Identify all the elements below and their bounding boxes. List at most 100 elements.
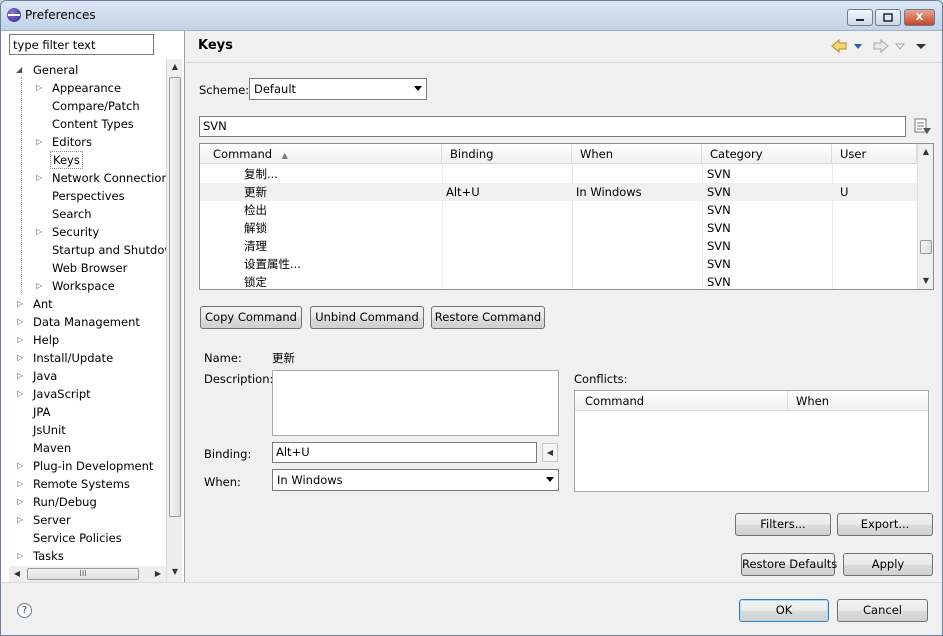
tree-item-data-management[interactable]: ▷ Data Management (1, 313, 166, 331)
filter-options-icon[interactable] (913, 117, 933, 137)
table-row[interactable]: 解锁 SVN (200, 219, 917, 237)
expanded-arrow-icon[interactable]: ◢ (16, 61, 26, 79)
table-row[interactable]: 检出 SVN (200, 201, 917, 219)
cell-command: 复制... (244, 167, 278, 181)
tree-item-server[interactable]: ▷ Server (1, 511, 166, 529)
conflicts-table[interactable]: Command When (574, 390, 929, 492)
help-icon[interactable]: ? (17, 603, 32, 618)
cancel-button[interactable]: Cancel (837, 599, 928, 622)
column-header-user[interactable]: User (832, 144, 917, 164)
tree-item-keys[interactable]: Keys (1, 151, 166, 169)
binding-menu-arrow-icon[interactable]: ◀ (542, 443, 558, 462)
table-row[interactable]: 设置属性... SVN (200, 255, 917, 273)
collapsed-arrow-icon[interactable]: ▷ (17, 547, 27, 565)
close-button[interactable]: X (904, 9, 935, 26)
collapsed-arrow-icon[interactable]: ▷ (17, 367, 27, 385)
tree-item-perspectives[interactable]: Perspectives (1, 187, 166, 205)
tree-item-run-debug[interactable]: ▷ Run/Debug (1, 493, 166, 511)
maximize-button[interactable] (875, 9, 901, 26)
scrollbar-thumb[interactable] (169, 77, 181, 517)
collapsed-arrow-icon[interactable]: ▷ (17, 313, 27, 331)
tree-item-service-policies[interactable]: Service Policies (1, 529, 166, 547)
column-header-command[interactable]: Command ▲ (200, 144, 442, 164)
tree-item-security[interactable]: ▷ Security (1, 223, 166, 241)
collapsed-arrow-icon[interactable]: ▷ (17, 349, 27, 367)
scroll-right-arrow-icon[interactable]: ▶ (150, 566, 166, 582)
column-header-command[interactable]: Command (575, 391, 788, 411)
scroll-up-arrow-icon[interactable]: ▲ (918, 144, 933, 160)
table-row[interactable]: 清理 SVN (200, 237, 917, 255)
scrollbar-thumb[interactable] (920, 240, 932, 254)
tree-horizontal-scrollbar[interactable]: ◀ III ▶ (9, 566, 166, 582)
tree-item-plugin-development[interactable]: ▷ Plug-in Development (1, 457, 166, 475)
tree-item-workspace[interactable]: ▷ Workspace (1, 277, 166, 295)
tree-item-web-browser[interactable]: Web Browser (1, 259, 166, 277)
tree-item-maven[interactable]: Maven (1, 439, 166, 457)
tree-item-general[interactable]: ◢ General (1, 61, 166, 79)
tree-item-network-connections[interactable]: ▷ Network Connections (1, 169, 166, 187)
scheme-dropdown[interactable]: Default (249, 78, 427, 100)
apply-button[interactable]: Apply (843, 553, 933, 576)
tree-item-help[interactable]: ▷ Help (1, 331, 166, 349)
tree-item-content-types[interactable]: Content Types (1, 115, 166, 133)
collapsed-arrow-icon[interactable]: ▷ (17, 331, 27, 349)
keys-table[interactable]: Command ▲ Binding When Category User 复制.… (199, 143, 934, 290)
copy-command-button[interactable]: Copy Command (200, 306, 302, 329)
collapsed-arrow-icon[interactable]: ▷ (17, 295, 27, 313)
when-dropdown[interactable]: In Windows (272, 469, 559, 491)
tree-item-search[interactable]: Search (1, 205, 166, 223)
tree-item-ant[interactable]: ▷ Ant (1, 295, 166, 313)
column-header-binding[interactable]: Binding (442, 144, 572, 164)
collapsed-arrow-icon[interactable]: ▷ (17, 475, 27, 493)
tree-item-compare-patch[interactable]: Compare/Patch (1, 97, 166, 115)
tree-item-jpa[interactable]: JPA (1, 403, 166, 421)
collapsed-arrow-icon[interactable]: ▷ (17, 493, 27, 511)
table-row[interactable]: 复制... SVN (200, 165, 917, 183)
table-row-selected[interactable]: 更新 Alt+U In Windows SVN U (200, 183, 917, 201)
collapsed-arrow-icon[interactable]: ▷ (36, 169, 46, 187)
collapsed-arrow-icon[interactable]: ▷ (36, 277, 46, 295)
ok-button[interactable]: OK (739, 599, 829, 622)
column-header-when[interactable]: When (788, 391, 928, 411)
tree-item-tasks[interactable]: ▷ Tasks (1, 547, 166, 565)
dropdown-icon[interactable] (853, 39, 863, 56)
minimize-button[interactable] (847, 9, 873, 26)
view-menu-icon[interactable] (915, 39, 927, 56)
filter-input[interactable] (9, 34, 154, 55)
column-header-when[interactable]: When (572, 144, 702, 164)
tree-item-editors[interactable]: ▷ Editors (1, 133, 166, 151)
forward-arrow-icon[interactable] (873, 38, 889, 56)
table-row[interactable]: 锁定 SVN (200, 273, 917, 289)
command-search-input[interactable]: SVN (199, 116, 906, 137)
filters-button[interactable]: Filters... (735, 513, 831, 536)
tree-vertical-scrollbar[interactable]: ▲ ▼ (166, 59, 182, 582)
collapsed-arrow-icon[interactable]: ▷ (36, 223, 46, 241)
scroll-down-arrow-icon[interactable]: ▼ (167, 564, 183, 580)
column-header-category[interactable]: Category (702, 144, 832, 164)
tree-item-startup-shutdown[interactable]: Startup and Shutdown (1, 241, 166, 259)
collapsed-arrow-icon[interactable]: ▷ (17, 457, 27, 475)
table-vertical-scrollbar[interactable]: ▲ ▼ (917, 144, 933, 289)
tree-item-java[interactable]: ▷ Java (1, 367, 166, 385)
scroll-left-arrow-icon[interactable]: ◀ (9, 566, 25, 582)
back-arrow-icon[interactable] (831, 38, 847, 56)
tree-item-appearance[interactable]: ▷ Appearance (1, 79, 166, 97)
collapsed-arrow-icon[interactable]: ▷ (17, 385, 27, 403)
unbind-command-button[interactable]: Unbind Command (310, 306, 424, 329)
restore-defaults-button[interactable]: Restore Defaults (741, 553, 837, 576)
binding-input[interactable]: Alt+U (272, 442, 537, 463)
tree-item-remote-systems[interactable]: ▷ Remote Systems (1, 475, 166, 493)
scroll-down-arrow-icon[interactable]: ▼ (918, 273, 933, 289)
tree-item-jsunit[interactable]: JsUnit (1, 421, 166, 439)
collapsed-arrow-icon[interactable]: ▷ (17, 511, 27, 529)
dropdown-icon[interactable] (894, 39, 906, 56)
collapsed-arrow-icon[interactable]: ▷ (36, 133, 46, 151)
tree-item-install-update[interactable]: ▷ Install/Update (1, 349, 166, 367)
restore-command-button[interactable]: Restore Command (431, 306, 545, 329)
collapsed-arrow-icon[interactable]: ▷ (36, 79, 46, 97)
tree-item-javascript[interactable]: ▷ JavaScript (1, 385, 166, 403)
scroll-up-arrow-icon[interactable]: ▲ (167, 59, 183, 75)
description-textarea[interactable] (272, 370, 559, 436)
scrollbar-thumb[interactable]: III (27, 568, 139, 580)
export-button[interactable]: Export... (837, 513, 933, 536)
